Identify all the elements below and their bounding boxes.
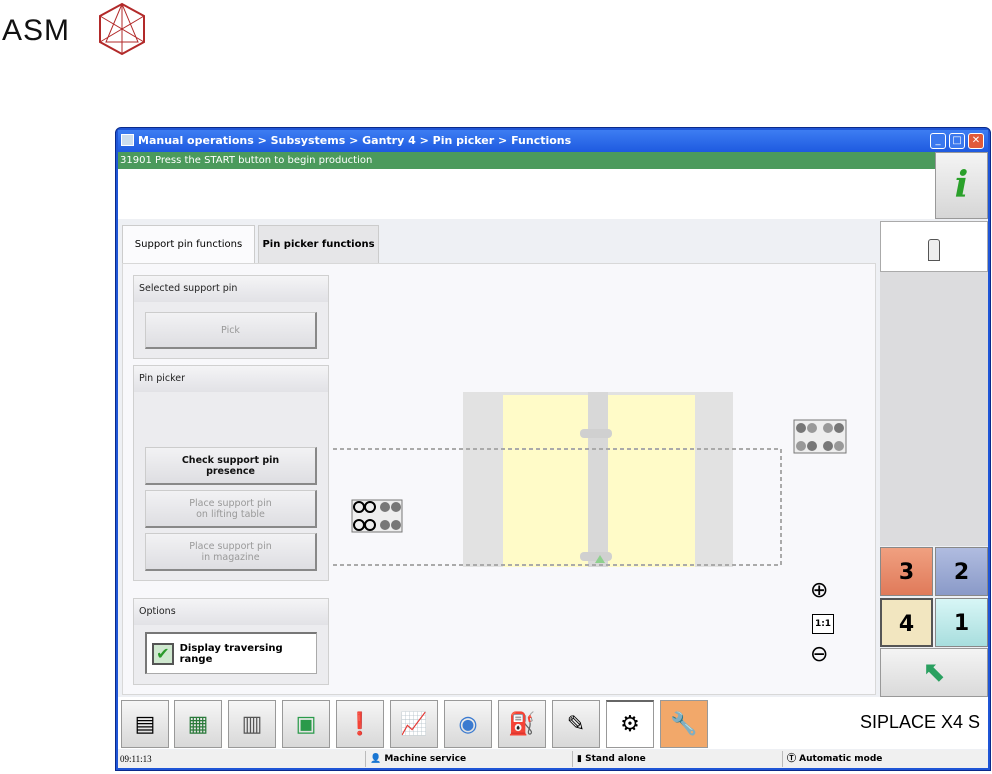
gantry-3-button[interactable]: 3 [880, 547, 933, 596]
pin-magazine-left-icon [351, 499, 403, 533]
pin-magazine-right-icon [793, 419, 847, 454]
tab-pin-picker-functions[interactable]: Pin picker functions [258, 225, 379, 264]
status-time: 09:11:13 [120, 754, 152, 764]
gantry-4-button[interactable]: 4 [880, 598, 933, 647]
alarm-icon[interactable]: ❗ [336, 700, 384, 748]
breadcrumb: Manual operations > Subsystems > Gantry … [118, 130, 988, 152]
gantry-view-canvas[interactable] [330, 385, 860, 675]
center-rail [588, 392, 608, 567]
place-on-lifting-table-button[interactable]: Place support pin on lifting table [145, 490, 317, 528]
feeder-icon[interactable]: ▥ [228, 700, 276, 748]
message-area [118, 169, 935, 219]
zoom-out-icon[interactable]: ⊖ [810, 642, 828, 667]
check-support-pin-presence-button[interactable]: Check support pin presence [145, 447, 317, 485]
tools-icon[interactable]: ✎ [552, 700, 600, 748]
checkmark-icon: ✔ [152, 642, 174, 665]
button-label: Place support pin [189, 497, 272, 509]
message-bar: 31901 Press the START button to begin pr… [118, 152, 935, 169]
asm-logo-icon [99, 2, 145, 56]
button-label: on lifting table [196, 508, 265, 520]
setup-icon[interactable]: ▦ [174, 700, 222, 748]
gantry-1-button[interactable]: 1 [935, 598, 988, 647]
maintenance-oil-icon[interactable]: ⛽ [498, 700, 546, 748]
status-line-mode: ▮ Stand alone [572, 751, 782, 767]
info-button[interactable]: i [935, 152, 988, 219]
minimize-button[interactable]: _ [930, 133, 946, 149]
vision-icon[interactable]: ◉ [444, 700, 492, 748]
place-in-magazine-button[interactable]: Place support pin in magazine [145, 533, 317, 571]
right-panel [880, 272, 988, 546]
machine-icon: ▮ [577, 754, 586, 764]
group-title: Options [134, 599, 328, 625]
statistics-icon[interactable]: 📈 [390, 700, 438, 748]
pick-button[interactable]: Pick [145, 312, 317, 349]
button-label: presence [206, 465, 255, 477]
status-operation: Ⓣ Automatic mode [782, 751, 982, 767]
mode-icon: Ⓣ [787, 754, 800, 764]
gantry-2-button[interactable]: 2 [935, 547, 988, 596]
app-icon [121, 134, 134, 146]
status-user: 👤 Machine service [365, 751, 583, 767]
button-label: Place support pin [189, 540, 272, 552]
status-user-label: Machine service [384, 754, 467, 764]
support-pin-tab[interactable] [880, 221, 988, 272]
checkbox-label: Display traversing range [179, 642, 283, 665]
button-label: in magazine [201, 551, 260, 563]
status-operation-label: Automatic mode [799, 754, 883, 764]
machine-name: SIPLACE X4 S [859, 712, 980, 732]
manual-operations-icon[interactable]: ⚙ [606, 700, 654, 748]
display-traversing-range-checkbox[interactable]: ✔ Display traversing range [145, 632, 317, 674]
button-label: Check support pin [181, 454, 280, 466]
info-icon: i [954, 164, 969, 206]
status-line-label: Stand alone [585, 754, 646, 764]
group-title: Selected support pin [134, 276, 328, 302]
arrow-icon: ⬉ [922, 655, 946, 688]
production-icon[interactable]: ▤ [121, 700, 169, 748]
group-title: Pin picker [134, 366, 328, 392]
asm-logo-text: ASM [2, 14, 71, 47]
user-icon: 👤 [370, 754, 385, 764]
support-pin-icon [928, 239, 940, 261]
board-icon[interactable]: ▣ [282, 700, 330, 748]
zoom-reset-button[interactable]: 1:1 [812, 614, 834, 634]
zoom-in-icon[interactable]: ⊕ [810, 578, 828, 603]
service-wrench-icon[interactable]: 🔧 [660, 700, 708, 748]
back-arrow-button[interactable]: ⬉ [880, 648, 988, 697]
maximize-button[interactable]: □ [949, 133, 965, 149]
tab-support-pin-functions[interactable]: Support pin functions [122, 225, 255, 264]
close-button[interactable]: ✕ [968, 133, 984, 149]
